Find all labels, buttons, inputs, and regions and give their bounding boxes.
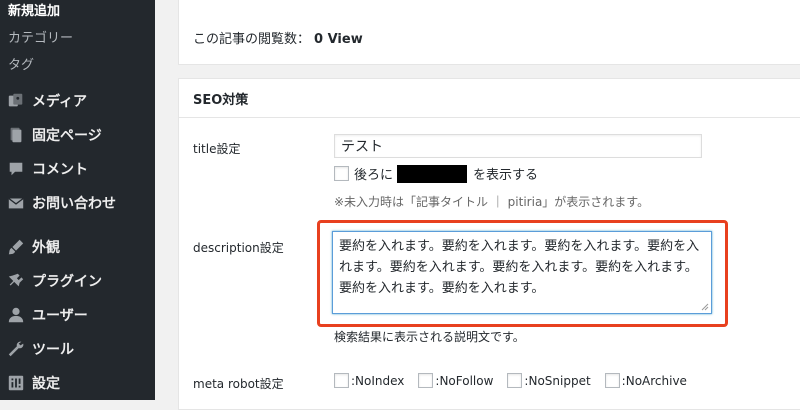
description-text: 要約を入れます。要約を入れます。要約を入れます。要約を入れます。要約を入れます。… [339, 239, 700, 296]
settings-icon [6, 373, 26, 393]
sidebar-item-comments[interactable]: コメント [0, 152, 155, 186]
sidebar-item-appearance[interactable]: 外観 [0, 230, 155, 264]
views-count: この記事の閲覧数： 0 View [193, 28, 363, 47]
sidebar-item-label: ユーザー [32, 308, 88, 324]
option-label: :NoFollow [435, 373, 494, 388]
user-icon [6, 305, 26, 325]
sidebar-item-label: お問い合わせ [32, 196, 116, 212]
admin-sidebar: 新規追加 カテゴリー タグ メディア 固定ページ コメント お問い合わせ 外観 [0, 0, 155, 400]
submenu-tags[interactable]: タグ [8, 54, 34, 73]
sidebar-item-media[interactable]: メディア [0, 84, 155, 118]
title-setting-label: title設定 [193, 142, 241, 156]
main-content: この記事の閲覧数：0 View SEO対策 title設定 後ろに を表示する … [155, 0, 800, 410]
sidebar-item-label: 固定ページ [32, 128, 102, 144]
redacted-block [397, 164, 468, 183]
meta-robot-label: meta robot設定 [193, 377, 284, 391]
media-icon [6, 91, 26, 111]
submenu-add-new[interactable]: 新規追加 [8, 0, 60, 19]
seo-panel-title: SEO対策 [193, 93, 249, 108]
option-label: :NoIndex [351, 373, 405, 388]
append-suffix-label: を表示する [473, 168, 539, 183]
sidebar-item-plugins[interactable]: プラグイン [0, 264, 155, 298]
sidebar-item-contact[interactable]: お問い合わせ [0, 186, 155, 220]
seo-panel: SEO対策 title設定 後ろに を表示する ※未入力時は「記事タイトル ｜ … [178, 78, 800, 410]
title-input[interactable] [334, 134, 702, 158]
title-hint: ※未入力時は「記事タイトル ｜ pitiria」が表示されます。 [334, 195, 650, 209]
views-label: この記事の閲覧数： [193, 32, 311, 47]
sidebar-item-label: メディア [32, 94, 88, 110]
plugin-icon [6, 271, 26, 291]
sidebar-item-users[interactable]: ユーザー [0, 298, 155, 332]
views-panel: この記事の閲覧数： 0 View [178, 0, 800, 65]
append-site-name-option: 後ろに を表示する [334, 164, 538, 183]
option-noindex[interactable]: :NoIndex [334, 373, 404, 388]
page-icon [6, 125, 26, 145]
sidebar-item-label: コメント [32, 162, 88, 178]
submenu-categories[interactable]: カテゴリー [8, 27, 73, 46]
mail-icon [6, 193, 26, 213]
option-label: :NoArchive [621, 373, 687, 388]
noarchive-checkbox[interactable] [604, 373, 620, 388]
sidebar-item-pages[interactable]: 固定ページ [0, 118, 155, 152]
nosnippet-checkbox[interactable] [507, 373, 523, 388]
brush-icon [6, 237, 26, 257]
sidebar-item-label: 設定 [32, 376, 60, 392]
description-setting-label: description設定 [193, 241, 284, 255]
divider [179, 117, 800, 118]
comment-icon [6, 159, 26, 179]
nofollow-checkbox[interactable] [418, 373, 434, 388]
option-label: :NoSnippet [524, 373, 591, 388]
option-noarchive[interactable]: :NoArchive [604, 373, 687, 388]
sidebar-item-tools[interactable]: ツール [0, 332, 155, 366]
noindex-checkbox[interactable] [334, 373, 349, 388]
views-value: 0 View [314, 32, 363, 47]
resize-handle-icon[interactable] [701, 303, 709, 311]
description-help: 検索結果に表示される説明文です。 [334, 330, 525, 344]
option-nosnippet[interactable]: :NoSnippet [507, 373, 591, 388]
sidebar-item-label: プラグイン [32, 274, 102, 290]
wrench-icon [6, 339, 26, 359]
sidebar-item-settings[interactable]: 設定 [0, 366, 155, 400]
append-prefix-label: 後ろに [354, 168, 394, 183]
description-textarea[interactable]: 要約を入れます。要約を入れます。要約を入れます。要約を入れます。要約を入れます。… [332, 231, 712, 314]
sidebar-item-label: ツール [32, 342, 74, 358]
sidebar-item-label: 外観 [32, 240, 60, 256]
append-site-name-checkbox[interactable] [334, 166, 349, 181]
option-nofollow[interactable]: :NoFollow [418, 373, 493, 388]
meta-robot-options: :NoIndex :NoFollow :NoSnippet :NoArchive [334, 373, 701, 388]
